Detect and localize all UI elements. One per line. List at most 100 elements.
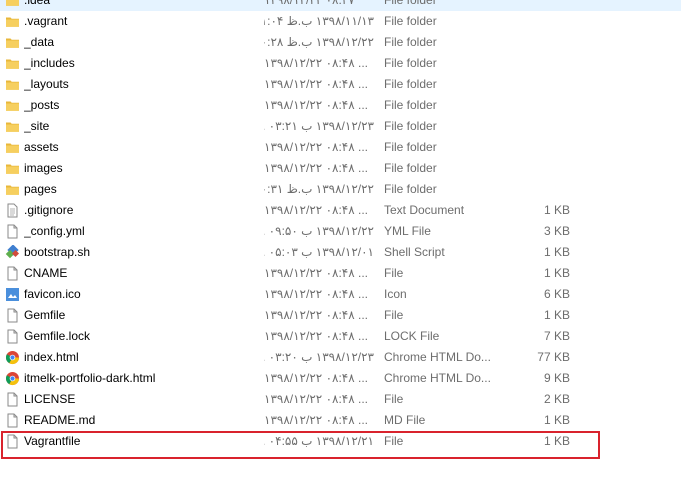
image-file-icon bbox=[5, 287, 20, 302]
file-row[interactable]: _site ۱۳۹۸/۱۲/۲۳ ب ۰۳:۲۱ ... File folder bbox=[0, 116, 681, 137]
file-size: 1 KB bbox=[543, 266, 570, 280]
file-name: Gemfile.lock bbox=[24, 329, 91, 343]
file-date-modified: ۱۳۹۸/۱۲/۲۲ ب ۰۹:۵۰ ... bbox=[264, 224, 374, 238]
file-name: bootstrap.sh bbox=[24, 245, 91, 259]
file-name: assets bbox=[24, 140, 59, 154]
shell-script-icon bbox=[5, 245, 20, 260]
file-type: Chrome HTML Do... bbox=[384, 371, 491, 385]
file-row[interactable]: assets ۱۳۹۸/۱۲/۲۲ ۰۸:۴۸ ... File folder bbox=[0, 137, 681, 158]
file-date-modified: ۱۳۹۸/۱۲/۲۲ ۰۸:۴۸ ... bbox=[264, 203, 369, 217]
file-name: _includes bbox=[24, 56, 75, 70]
folder-icon bbox=[5, 182, 20, 197]
file-name: _config.yml bbox=[24, 224, 85, 238]
file-type: File folder bbox=[384, 0, 437, 7]
file-row[interactable]: _posts ۱۳۹۸/۱۲/۲۲ ۰۸:۴۸ ... File folder bbox=[0, 95, 681, 116]
file-type: Text Document bbox=[384, 203, 465, 217]
file-size: 7 KB bbox=[543, 329, 570, 343]
file-type: File bbox=[384, 266, 404, 280]
file-date-modified: ۱۳۹۸/۱۲/۲۲ ب.ظ ۱۰:۳۱ bbox=[264, 182, 374, 196]
folder-icon bbox=[5, 77, 20, 92]
file-icon bbox=[5, 329, 20, 344]
file-row[interactable]: .idea ۱۳۹۸/۱۲/۲۲ ۰۸:۴۷ File folder bbox=[0, 0, 681, 11]
file-icon bbox=[5, 413, 20, 428]
file-date-modified: ۱۳۹۸/۱۲/۲۳ ب ۰۳:۲۱ ... bbox=[264, 119, 374, 133]
file-date-modified: ۱۳۹۸/۱۲/۲۳ ب ۰۳:۲۰ ... bbox=[264, 350, 374, 364]
file-name: README.md bbox=[24, 413, 96, 427]
file-row[interactable]: .gitignore ۱۳۹۸/۱۲/۲۲ ۰۸:۴۸ ... Text Docum… bbox=[0, 200, 681, 221]
file-row[interactable]: _data ۱۳۹۸/۱۲/۲۲ ب.ظ ۱۰:۲۸ File folder bbox=[0, 32, 681, 53]
file-size: 1 KB bbox=[543, 413, 570, 427]
folder-icon bbox=[5, 98, 20, 113]
file-name: LICENSE bbox=[24, 392, 76, 406]
file-row[interactable]: images ۱۳۹۸/۱۲/۲۲ ۰۸:۴۸ ... File folder bbox=[0, 158, 681, 179]
file-type: LOCK File bbox=[384, 329, 440, 343]
file-name: pages bbox=[24, 182, 57, 196]
file-date-modified: ۱۳۹۸/۱۲/۲۲ ۰۸:۴۸ ... bbox=[264, 413, 369, 427]
file-type: File bbox=[384, 392, 404, 406]
file-row[interactable]: pages ۱۳۹۸/۱۲/۲۲ ب.ظ ۱۰:۳۱ File folder bbox=[0, 179, 681, 200]
file-icon bbox=[5, 308, 20, 323]
file-size: 9 KB bbox=[543, 371, 570, 385]
folder-icon bbox=[5, 140, 20, 155]
file-row[interactable]: _config.yml ۱۳۹۸/۱۲/۲۲ ب ۰۹:۵۰ ... YML Fil… bbox=[0, 221, 681, 242]
file-row[interactable]: _includes ۱۳۹۸/۱۲/۲۲ ۰۸:۴۸ ... File folder bbox=[0, 53, 681, 74]
file-date-modified: ۱۳۹۸/۱۲/۲۲ ۰۸:۴۸ ... bbox=[264, 392, 369, 406]
text-document-icon bbox=[5, 203, 20, 218]
file-type: File bbox=[384, 308, 404, 322]
file-row[interactable]: CNAME ۱۳۹۸/۱۲/۲۲ ۰۸:۴۸ ... File 1 KB bbox=[0, 263, 681, 284]
file-row[interactable]: Gemfile ۱۳۹۸/۱۲/۲۲ ۰۸:۴۸ ... File 1 KB bbox=[0, 305, 681, 326]
file-date-modified: ۱۳۹۸/۱۲/۰۱ ب ۰۵:۰۳ ... bbox=[264, 245, 374, 259]
file-row[interactable]: README.md ۱۳۹۸/۱۲/۲۲ ۰۸:۴۸ ... MD File 1 KB bbox=[0, 410, 681, 431]
file-row[interactable]: Gemfile.lock ۱۳۹۸/۱۲/۲۲ ۰۸:۴۸ ... LOCK Fil… bbox=[0, 326, 681, 347]
file-row[interactable]: .vagrant ۱۳۹۸/۱۱/۱۳ ب.ظ ۱۱:۰۴ File folder bbox=[0, 11, 681, 32]
file-name: favicon.ico bbox=[24, 287, 81, 301]
folder-icon bbox=[5, 14, 20, 29]
file-size: 6 KB bbox=[543, 287, 570, 301]
file-date-modified: ۱۳۹۸/۱۲/۲۱ ب ۰۴:۵۵ ... bbox=[264, 434, 374, 448]
file-date-modified: ۱۳۹۸/۱۲/۲۲ ۰۸:۴۸ ... bbox=[264, 161, 369, 175]
file-name: .idea bbox=[24, 0, 51, 7]
file-size: 1 KB bbox=[543, 245, 570, 259]
file-size: 1 KB bbox=[543, 308, 570, 322]
file-date-modified: ۱۳۹۸/۱۲/۲۲ ۰۸:۴۸ ... bbox=[264, 77, 369, 91]
file-row[interactable]: LICENSE ۱۳۹۸/۱۲/۲۲ ۰۸:۴۸ ... File 2 KB bbox=[0, 389, 681, 410]
file-date-modified: ۱۳۹۸/۱۲/۲۲ ۰۸:۴۸ ... bbox=[264, 371, 369, 385]
file-type: File folder bbox=[384, 77, 437, 91]
chrome-icon bbox=[5, 350, 20, 365]
file-type: File folder bbox=[384, 14, 437, 28]
file-size: 3 KB bbox=[543, 224, 570, 238]
file-size: 2 KB bbox=[543, 392, 570, 406]
file-name: .gitignore bbox=[24, 203, 74, 217]
file-date-modified: ۱۳۹۸/۱۲/۲۲ ب.ظ ۱۰:۲۸ bbox=[264, 35, 374, 49]
folder-icon bbox=[5, 35, 20, 50]
file-type: File folder bbox=[384, 119, 437, 133]
file-row[interactable]: Vagrantfile ۱۳۹۸/۱۲/۲۱ ب ۰۴:۵۵ ... File 1 K… bbox=[0, 431, 681, 452]
file-icon bbox=[5, 434, 20, 449]
file-size: 1 KB bbox=[543, 434, 570, 448]
folder-icon bbox=[5, 56, 20, 71]
file-row[interactable]: _layouts ۱۳۹۸/۱۲/۲۲ ۰۸:۴۸ ... File folder bbox=[0, 74, 681, 95]
file-date-modified: ۱۳۹۸/۱۲/۲۲ ۰۸:۴۸ ... bbox=[264, 287, 369, 301]
file-date-modified: ۱۳۹۸/۱۲/۲۲ ۰۸:۴۸ ... bbox=[264, 266, 369, 280]
file-row[interactable]: bootstrap.sh ۱۳۹۸/۱۲/۰۱ ب ۰۵:۰۳ ... Shell … bbox=[0, 242, 681, 263]
file-name: .vagrant bbox=[24, 14, 68, 28]
chrome-icon bbox=[5, 371, 20, 386]
file-name: _posts bbox=[24, 98, 60, 112]
file-row[interactable]: favicon.ico ۱۳۹۸/۱۲/۲۲ ۰۸:۴۸ ... Icon 6 KB bbox=[0, 284, 681, 305]
file-type: File folder bbox=[384, 35, 437, 49]
file-row[interactable]: itmelk-portfolio-dark.html ۱۳۹۸/۱۲/۲۲ ۰۸:… bbox=[0, 368, 681, 389]
file-row[interactable]: index.html ۱۳۹۸/۱۲/۲۳ ب ۰۳:۲۰ ... Chrome H… bbox=[0, 347, 681, 368]
file-type: File folder bbox=[384, 182, 437, 196]
file-name: itmelk-portfolio-dark.html bbox=[24, 371, 156, 385]
file-date-modified: ۱۳۹۸/۱۲/۲۲ ۰۸:۴۸ ... bbox=[264, 308, 369, 322]
folder-icon bbox=[5, 0, 20, 8]
file-type: File folder bbox=[384, 140, 437, 154]
file-name: _layouts bbox=[24, 77, 69, 91]
file-name: images bbox=[24, 161, 63, 175]
file-type: File folder bbox=[384, 56, 437, 70]
file-name: index.html bbox=[24, 350, 79, 364]
file-name: CNAME bbox=[24, 266, 68, 280]
file-type: Icon bbox=[384, 287, 407, 301]
file-icon bbox=[5, 266, 20, 281]
folder-icon bbox=[5, 161, 20, 176]
